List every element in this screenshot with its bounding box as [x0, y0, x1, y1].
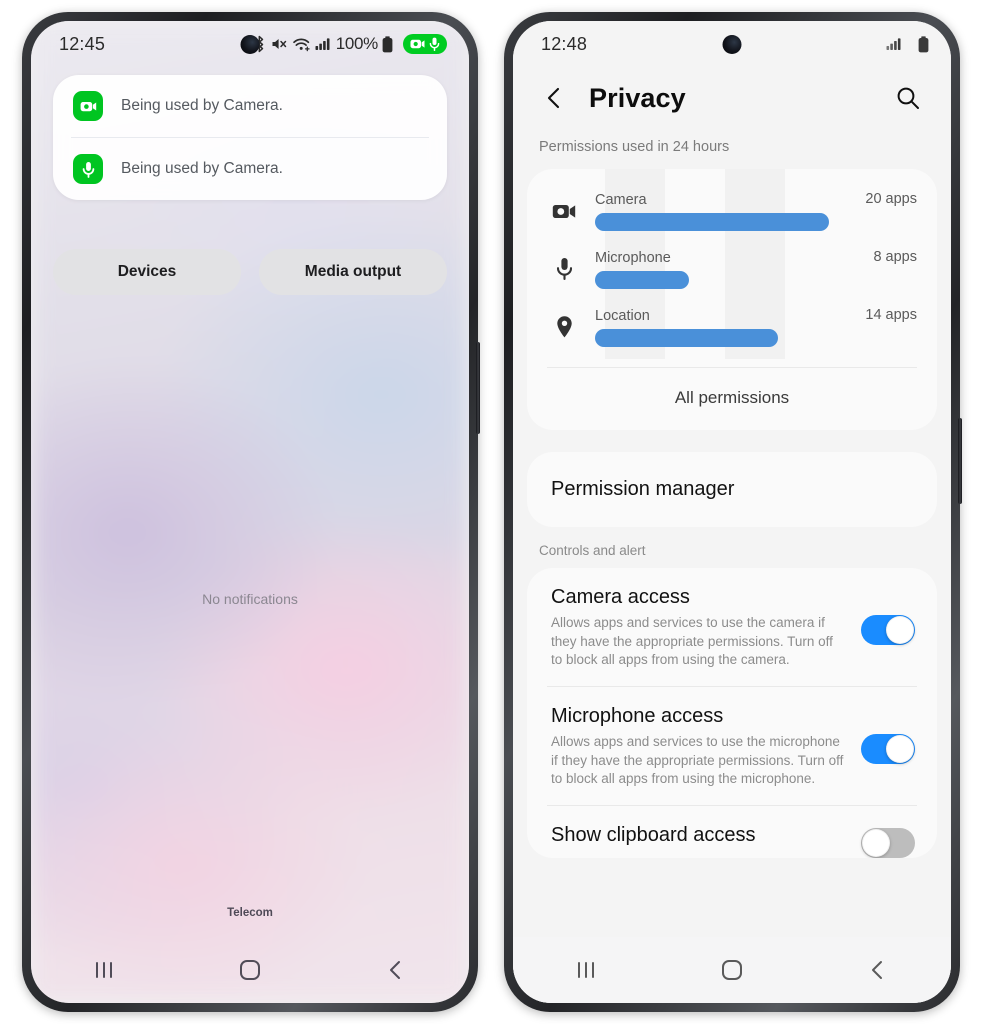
permission-name: Camera — [595, 191, 647, 208]
phone-screen-left: 12:45 100% Being used by Camera. Being u… — [31, 21, 469, 1003]
privacy-indicator-pill — [403, 34, 447, 54]
notification-shade-card: Being used by Camera. Being used by Came… — [53, 75, 447, 200]
permissions-bar-chart: Camera 20 apps Microphone 8 apps Locatio… — [527, 169, 937, 367]
status-icon-group — [886, 35, 929, 53]
navigation-bar-left — [31, 937, 469, 1003]
bar-track — [595, 270, 829, 289]
back-icon[interactable] — [843, 948, 913, 992]
microphone-icon — [429, 37, 440, 51]
permission-row-location[interactable]: Location 14 apps — [547, 299, 917, 357]
microphone-access-title: Microphone access — [551, 704, 724, 727]
bar-fill-location — [595, 328, 778, 347]
microphone-access-toggle[interactable] — [861, 733, 915, 764]
screenshot-canvas: 12:45 100% Being used by Camera. Being u… — [0, 0, 988, 1024]
notification-row-camera[interactable]: Being used by Camera. — [53, 75, 447, 137]
app-bar: Privacy — [513, 67, 951, 133]
microphone-icon — [73, 154, 103, 184]
status-clock: 12:45 — [59, 33, 106, 54]
front-camera-punch-hole-left — [240, 35, 260, 54]
camera-access-row[interactable]: Camera access Allows apps and services t… — [527, 568, 937, 686]
wifi-icon — [292, 36, 311, 52]
clipboard-access-row[interactable]: Show clipboard access — [527, 806, 937, 858]
power-button-left[interactable] — [476, 342, 480, 434]
battery-icon — [382, 35, 393, 53]
microphone-access-texts: Microphone access Allows apps and servic… — [551, 705, 847, 789]
microphone-access-row[interactable]: Microphone access Allows apps and servic… — [527, 687, 937, 805]
power-button-right[interactable] — [958, 418, 962, 504]
status-clock: 12:48 — [541, 33, 588, 54]
camera-icon — [547, 202, 581, 221]
bar-fill-camera — [595, 212, 829, 231]
permissions-caption: Permissions used in 24 hours — [539, 139, 730, 155]
microphone-icon — [547, 257, 581, 281]
permissions-usage-card: Camera 20 apps Microphone 8 apps Locatio… — [527, 169, 937, 430]
controls-and-alert-label: Controls and alert — [539, 543, 646, 558]
home-icon[interactable] — [697, 948, 767, 992]
quick-settings-buttons: Devices Media output — [53, 249, 447, 295]
scroll-bottom-spacer — [513, 858, 951, 928]
bar-fill-microphone — [595, 270, 689, 289]
permission-app-count: 8 apps — [873, 249, 917, 265]
battery-percent-label: 100% — [335, 34, 379, 53]
back-icon[interactable] — [537, 81, 571, 115]
status-icon-group: 100% — [252, 34, 447, 54]
permission-app-count: 14 apps — [865, 307, 917, 323]
toggle-knob — [886, 734, 914, 763]
camera-access-title: Camera access — [551, 586, 690, 608]
front-camera-punch-hole-right — [722, 35, 742, 54]
battery-icon — [918, 35, 929, 53]
permission-bar-area: Microphone — [595, 250, 829, 289]
permission-manager-label[interactable]: Permission manager — [527, 452, 937, 527]
recents-icon[interactable] — [551, 948, 621, 992]
no-notifications-label: No notifications — [202, 591, 298, 607]
home-icon[interactable] — [215, 948, 285, 992]
clipboard-access-title: Show clipboard access — [551, 823, 756, 846]
page-title: Privacy — [589, 82, 686, 113]
permission-bar-area: Location — [595, 308, 829, 347]
media-output-button[interactable]: Media output — [259, 249, 447, 295]
notification-row-microphone[interactable]: Being used by Camera. — [53, 138, 447, 200]
camera-access-description: Allows apps and services to use the came… — [551, 615, 833, 668]
toggle-knob — [886, 615, 914, 644]
permission-row-microphone[interactable]: Microphone 8 apps — [547, 241, 917, 299]
notification-text: Being used by Camera. — [121, 160, 283, 177]
carrier-label: Telecom — [227, 907, 273, 919]
signal-icon — [886, 36, 903, 52]
camera-access-texts: Camera access Allows apps and services t… — [551, 586, 847, 670]
camera-access-toggle[interactable] — [861, 614, 915, 645]
all-permissions-button[interactable]: All permissions — [527, 368, 937, 430]
permission-manager-card[interactable]: Permission manager — [527, 452, 937, 527]
permission-name: Microphone — [595, 249, 671, 266]
permission-row-camera[interactable]: Camera 20 apps — [547, 183, 917, 241]
bar-track — [595, 328, 829, 347]
permission-bar-area: Camera — [595, 192, 829, 231]
devices-button[interactable]: Devices — [53, 249, 241, 295]
clipboard-access-texts: Show clipboard access — [551, 824, 847, 852]
phone-screen-right: 12:48 Privacy Permissions used in 24 hou… — [513, 21, 951, 1003]
phone-device-right: 12:48 Privacy Permissions used in 24 hou… — [504, 12, 962, 1012]
permission-app-count: 20 apps — [865, 191, 917, 207]
phone-device-left: 12:45 100% Being used by Camera. Being u… — [22, 12, 480, 1012]
microphone-access-description: Allows apps and services to use the micr… — [551, 733, 844, 787]
location-icon — [547, 315, 581, 339]
privacy-scroll-body[interactable]: Privacy Permissions used in 24 hours Cam… — [513, 67, 951, 1003]
toggle-knob — [862, 828, 890, 857]
recents-icon[interactable] — [69, 948, 139, 992]
camera-icon — [73, 91, 103, 121]
signal-icon — [315, 36, 332, 52]
search-icon[interactable] — [891, 81, 925, 115]
privacy-settings-screen: 12:48 Privacy Permissions used in 24 hou… — [513, 21, 951, 1003]
navigation-bar-right — [513, 937, 951, 1003]
bar-track — [595, 212, 829, 231]
mute-icon — [271, 36, 288, 52]
camera-icon — [410, 38, 425, 50]
permission-name: Location — [595, 307, 650, 324]
notification-text: Being used by Camera. — [121, 97, 283, 114]
back-icon[interactable] — [361, 948, 431, 992]
controls-card: Camera access Allows apps and services t… — [527, 568, 937, 858]
clipboard-access-toggle[interactable] — [861, 827, 915, 858]
